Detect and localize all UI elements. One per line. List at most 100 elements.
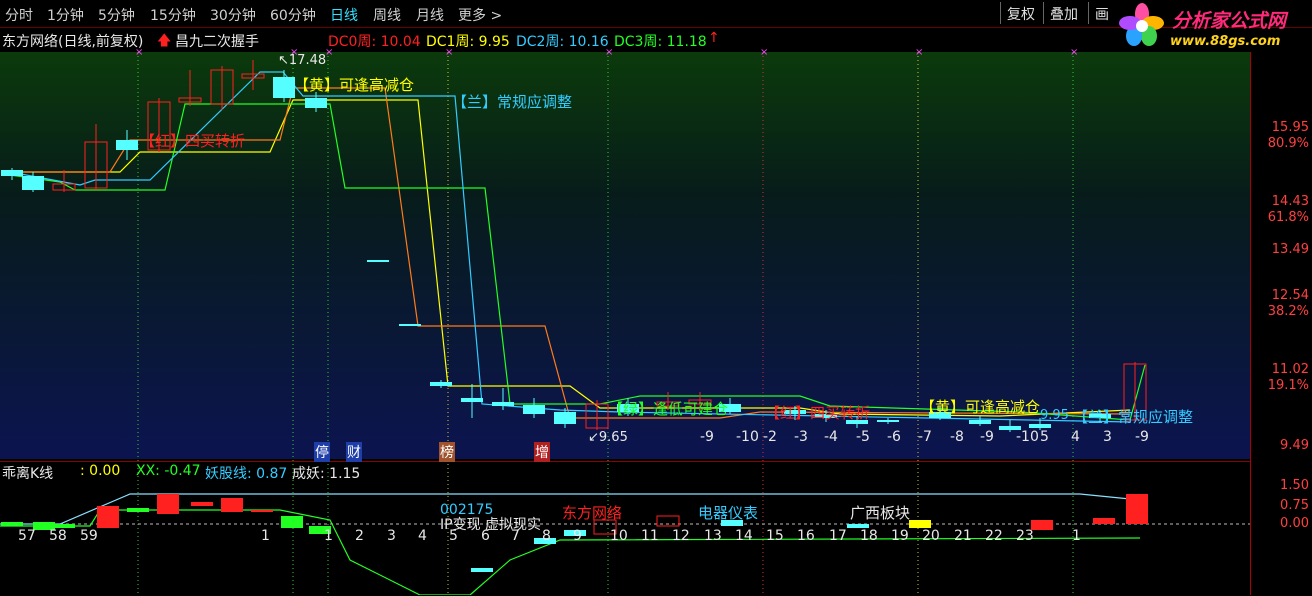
y-label: 11.02	[1271, 362, 1309, 377]
sub-count-label: 9	[573, 528, 582, 544]
y-label-pct: 61.8%	[1267, 210, 1309, 225]
candle-body	[877, 420, 899, 422]
counter-label: -8	[950, 429, 964, 445]
counter-label: -3	[794, 429, 808, 445]
sub-count-label: 17	[829, 528, 847, 544]
y-label: 15.95	[1271, 120, 1309, 135]
candle-body	[1, 170, 23, 176]
sub-candle	[1, 522, 23, 526]
price-axis: 15.95 80.9% 14.43 61.8% 13.49 12.54 38.2…	[1250, 52, 1312, 595]
dc-price-label: 9.95	[1040, 408, 1069, 423]
candle-body	[116, 140, 138, 150]
sub-count-label: 21	[954, 528, 972, 544]
sub-y-label: 0.00	[1280, 516, 1309, 531]
counter-label: -5	[856, 429, 870, 445]
y-label: 13.49	[1271, 242, 1309, 257]
x-mark-icon: ×	[915, 47, 923, 58]
sub-candle	[251, 510, 273, 512]
counter-label: -6	[887, 429, 901, 445]
sub-count-label: 13	[704, 528, 722, 544]
sub-indicator-title: 乖离K线	[2, 466, 54, 482]
sub-count-label: 4	[418, 528, 427, 544]
sub-candle	[127, 508, 149, 512]
kline-chart: × × × × × × × ×	[0, 47, 1250, 595]
sub-value-0: : 0.00	[80, 463, 121, 479]
sub-count-label: 8	[542, 528, 551, 544]
candle-body	[1029, 424, 1051, 428]
sub-candle	[157, 494, 179, 514]
signal-label-red: 【红】四买转折	[140, 132, 246, 150]
sub-count-label: 18	[860, 528, 878, 544]
sub-count-label: 57	[18, 528, 36, 544]
y-label-pct: 80.9%	[1267, 136, 1309, 151]
sub-count-label: 59	[80, 528, 98, 544]
sub-count-label: 7	[511, 528, 520, 544]
counter-label: -10	[1016, 429, 1039, 445]
low-price-label: ↙9.65	[588, 430, 628, 445]
counter-label: 3	[1103, 429, 1112, 445]
sub-candle	[221, 498, 243, 512]
candle-body	[969, 420, 991, 424]
sub-y-label: 1.50	[1280, 478, 1309, 493]
sub-candle	[191, 502, 213, 506]
candle-body	[461, 398, 483, 402]
x-mark-icon: ×	[325, 47, 333, 58]
counter-label: -2	[763, 429, 777, 445]
sub-count-label: 5	[449, 528, 458, 544]
candle-body	[554, 412, 576, 424]
sub-count-label: 1	[324, 528, 333, 544]
sub-count-label: 22	[985, 528, 1003, 544]
candle-body	[399, 324, 421, 326]
counter-label: 4	[1071, 429, 1080, 445]
sub-candle	[1093, 518, 1115, 524]
y-label-pct: 19.1%	[1267, 378, 1309, 393]
x-mark-icon: ×	[445, 47, 453, 58]
signal-label-red-2: 【红】四买转折	[765, 404, 871, 422]
candle-body	[430, 382, 452, 386]
x-mark-icon: ×	[605, 47, 613, 58]
x-mark-icon: ×	[135, 47, 143, 58]
sub-count-label: 16	[797, 528, 815, 544]
sub-count-label: 19	[891, 528, 909, 544]
sub-count-label: 2	[355, 528, 364, 544]
signal-label-yellow: 【黄】可逢高减仓	[294, 76, 415, 94]
sub-candle	[1031, 520, 1053, 530]
marker-finance: 财	[346, 442, 362, 462]
sub-yao-value: 妖股线: 0.87	[205, 466, 288, 482]
sub-y-label: 0.75	[1280, 498, 1309, 513]
counter-label: -7	[918, 429, 932, 445]
sub-count-label: 11	[641, 528, 659, 544]
signal-label-green: 【绿】逢低可建仓	[608, 400, 729, 418]
y-label-pct: 38.2%	[1267, 304, 1309, 319]
stock-name: 东方网络	[562, 504, 623, 522]
sub-count-label: 6	[481, 528, 490, 544]
counter-label: -10	[736, 429, 759, 445]
signal-label-blue: 【兰】常规应调整	[452, 93, 573, 111]
counter-label: -9	[980, 429, 994, 445]
dc2-line	[9, 71, 1131, 423]
sub-count-label: 14	[735, 528, 753, 544]
x-mark-icon: ×	[760, 47, 768, 58]
stock-industry: 电器仪表	[698, 504, 759, 522]
candle-body	[523, 405, 545, 414]
sub-count-label: 20	[922, 528, 940, 544]
marker-halt: 停	[314, 442, 330, 462]
sub-candle	[909, 520, 931, 528]
sub-candle	[281, 516, 303, 528]
counter-label: -9	[1135, 429, 1149, 445]
x-mark-icon: ×	[1070, 47, 1078, 58]
sub-candle	[1126, 494, 1148, 524]
marker-increase: 增	[534, 442, 550, 462]
signal-label-blue-2: 【兰】常规应调整	[1073, 408, 1194, 426]
sub-cheng-value: 成妖: 1.15	[292, 466, 361, 482]
sub-count-label: 12	[672, 528, 690, 544]
y-label: 12.54	[1271, 288, 1309, 303]
sub-count-label: 15	[766, 528, 784, 544]
candle-body	[305, 98, 327, 108]
candle-body	[492, 402, 514, 406]
stock-region: 广西板块	[850, 504, 911, 522]
sub-count-label: 1	[1072, 528, 1081, 544]
sub-count-label: 23	[1016, 528, 1034, 544]
y-label: 14.43	[1271, 194, 1309, 209]
y-label: 9.49	[1280, 438, 1309, 453]
